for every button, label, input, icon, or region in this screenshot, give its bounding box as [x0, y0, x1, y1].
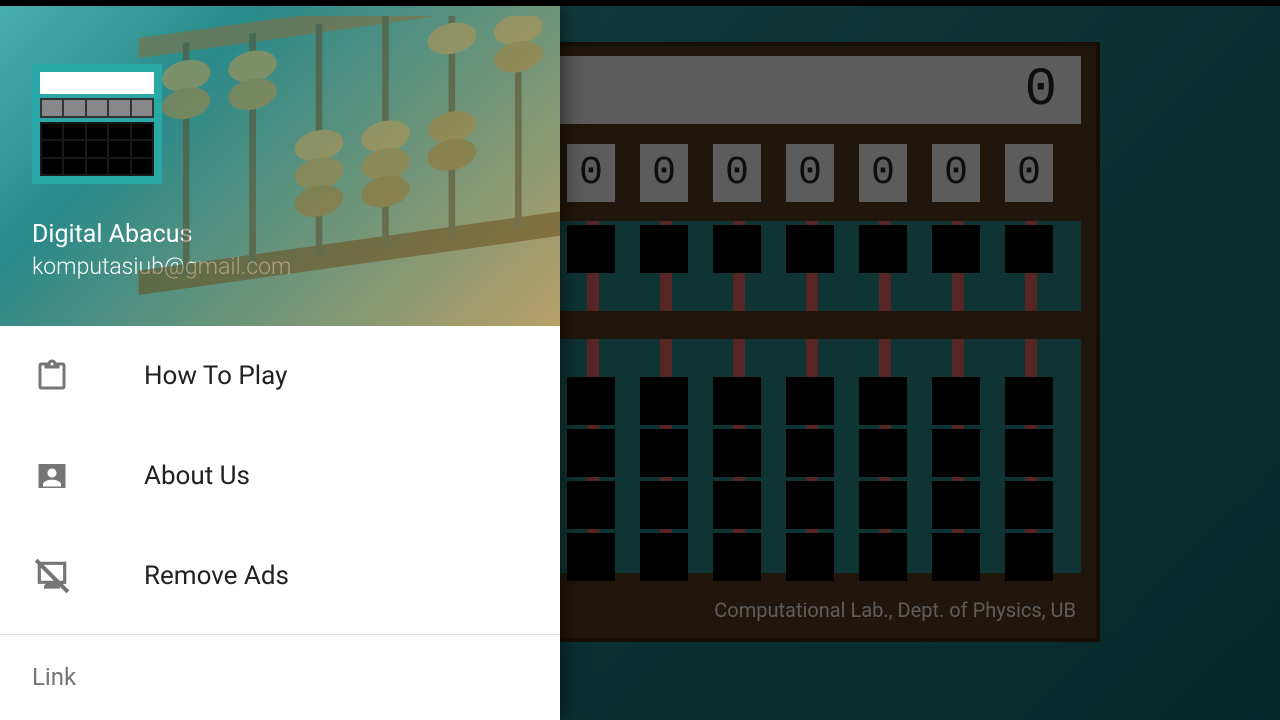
drawer-divider — [0, 634, 560, 635]
person-icon — [32, 456, 72, 496]
abacus-photo — [120, 16, 560, 326]
drawer-list: How To Play About Us Remove Ads Link — [0, 326, 560, 720]
drawer-header: Digital Abacus komputasiub@gmail.com — [0, 6, 560, 326]
drawer-item-remove-ads[interactable]: Remove Ads — [0, 526, 560, 626]
remove-ads-icon — [32, 556, 72, 596]
nav-drawer: Digital Abacus komputasiub@gmail.com How… — [0, 6, 560, 720]
drawer-item-label: How To Play — [144, 361, 287, 391]
clipboard-icon — [32, 356, 72, 396]
drawer-item-label: Remove Ads — [144, 561, 289, 591]
drawer-item-about-us[interactable]: About Us — [0, 426, 560, 526]
drawer-item-label: About Us — [144, 461, 250, 491]
drawer-section-link: Link — [0, 643, 560, 701]
drawer-item-how-to-play[interactable]: How To Play — [0, 326, 560, 426]
